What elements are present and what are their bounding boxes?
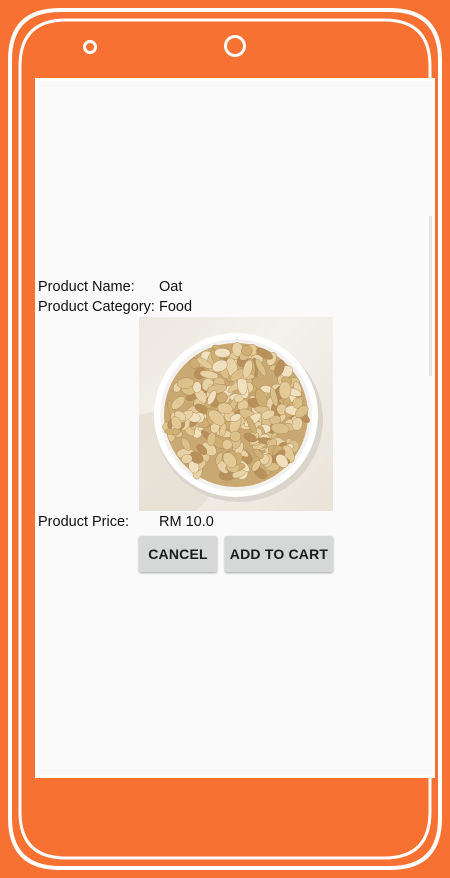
add-to-cart-button[interactable]: ADD TO CART (225, 536, 333, 572)
front-camera (224, 35, 246, 57)
product-price-label: Product Price: (38, 514, 130, 530)
product-category-value: Food (159, 299, 193, 315)
scrollbar[interactable] (429, 216, 432, 376)
app-screen: Product Name: Oat Product Category: Food… (35, 78, 435, 778)
product-price-value: RM 10.0 (159, 514, 214, 530)
product-category-label: Product Category: (38, 299, 155, 315)
product-category-row: Product Category: Food (38, 299, 338, 319)
phone-mockup: Product Name: Oat Product Category: Food… (0, 0, 450, 878)
sensor-dot (83, 40, 97, 54)
product-name-row: Product Name: Oat (38, 279, 338, 299)
product-price-row: Product Price: RM 10.0 (38, 514, 338, 534)
product-image (139, 317, 333, 511)
product-name-value: Oat (159, 279, 183, 295)
product-name-label: Product Name: (38, 279, 135, 295)
cancel-button[interactable]: CANCEL (139, 536, 217, 572)
